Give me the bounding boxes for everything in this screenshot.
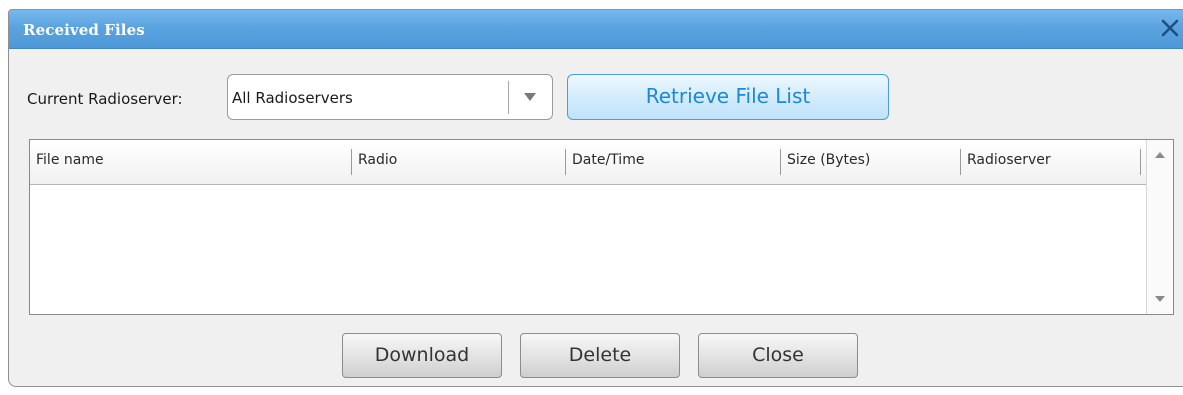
- close-icon[interactable]: [1157, 15, 1183, 41]
- radioserver-select[interactable]: All Radioservers: [227, 74, 553, 120]
- table-header: File name Radio Date/Time Size (Bytes) R…: [30, 140, 1148, 185]
- column-divider[interactable]: [1140, 149, 1141, 175]
- column-header-radioserver[interactable]: Radioserver: [967, 152, 1051, 168]
- column-header-radio[interactable]: Radio: [358, 152, 397, 168]
- received-files-dialog: Received Files Current Radioserver: All …: [8, 9, 1183, 387]
- current-radioserver-label: Current Radioserver:: [27, 90, 183, 108]
- table-scrollbar[interactable]: [1146, 140, 1173, 314]
- download-button[interactable]: Download: [342, 333, 502, 378]
- received-files-table[interactable]: File name Radio Date/Time Size (Bytes) R…: [29, 139, 1174, 315]
- chevron-down-icon[interactable]: [509, 75, 551, 119]
- column-header-date-time[interactable]: Date/Time: [572, 152, 644, 168]
- scroll-down-icon[interactable]: [1147, 288, 1173, 310]
- column-header-file-name[interactable]: File name: [36, 152, 104, 168]
- dialog-title: Received Files: [23, 21, 145, 39]
- column-divider[interactable]: [351, 149, 352, 175]
- delete-button[interactable]: Delete: [520, 333, 680, 378]
- radioserver-select-value: All Radioservers: [232, 89, 353, 107]
- scroll-up-icon[interactable]: [1147, 144, 1173, 166]
- column-divider[interactable]: [565, 149, 566, 175]
- close-button[interactable]: Close: [698, 333, 858, 378]
- column-divider[interactable]: [960, 149, 961, 175]
- column-header-size[interactable]: Size (Bytes): [787, 152, 870, 168]
- retrieve-file-list-button[interactable]: Retrieve File List: [567, 74, 889, 120]
- title-bar: Received Files: [9, 10, 1183, 49]
- column-divider[interactable]: [780, 149, 781, 175]
